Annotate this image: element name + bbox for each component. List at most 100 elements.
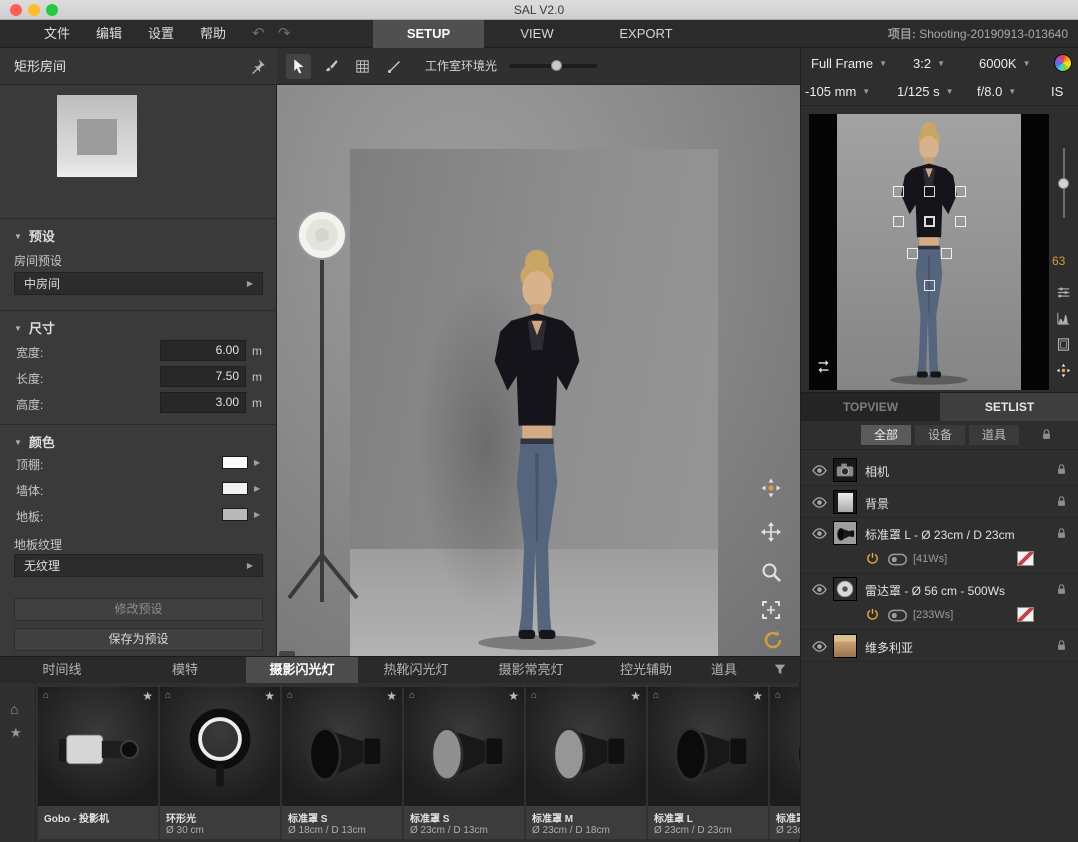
home-icon[interactable]: ⌂: [10, 701, 18, 717]
color-wheel-icon[interactable]: [1054, 54, 1072, 72]
setlist-row-reflector-l[interactable]: 标准罩 L - Ø 23cm / D 23cm [41Ws]: [801, 518, 1078, 574]
menu-help[interactable]: 帮助: [200, 20, 226, 48]
setlist-row-radar-dish[interactable]: 雷达罩 - Ø 56 cm - 500Ws [233Ws]: [801, 574, 1078, 630]
warning-stripe-icon[interactable]: [1017, 607, 1034, 622]
select-tool-icon[interactable]: [286, 54, 311, 79]
shutter-dropdown[interactable]: 1/125 s▼: [897, 76, 954, 106]
pin-icon[interactable]: [249, 57, 267, 75]
warning-stripe-icon[interactable]: [1017, 551, 1034, 566]
star-icon[interactable]: ★: [386, 689, 397, 703]
menu-settings[interactable]: 设置: [148, 20, 174, 48]
room-preset-dropdown[interactable]: 中房间▶: [14, 272, 263, 295]
power-icon[interactable]: [865, 607, 880, 622]
lock-icon[interactable]: [1054, 462, 1069, 477]
room-preview-thumbnail: [57, 95, 137, 177]
studio-light[interactable]: [277, 190, 417, 610]
tab-models[interactable]: 模特: [124, 657, 246, 683]
lock-icon[interactable]: [1054, 638, 1069, 653]
floor-texture-dropdown[interactable]: 无纹理▶: [14, 554, 263, 577]
menu-file[interactable]: 文件: [44, 20, 70, 48]
ceiling-color-swatch[interactable]: [222, 456, 248, 469]
tab-speedlights[interactable]: 热靴闪光灯: [358, 657, 474, 683]
ambient-light-slider[interactable]: [509, 64, 597, 68]
preview-zoom-handle[interactable]: [1058, 178, 1069, 189]
rotate-icon[interactable]: [761, 628, 785, 652]
frame-icon[interactable]: [1055, 336, 1072, 353]
tab-timeline[interactable]: 时间线: [0, 657, 124, 683]
filter-props-button[interactable]: 道具: [969, 425, 1019, 445]
gizmo-icon[interactable]: [1055, 362, 1072, 379]
brush-tool-icon[interactable]: [318, 54, 343, 79]
tab-continuous-lights[interactable]: 摄影常亮灯: [474, 657, 588, 683]
filter-funnel-icon[interactable]: [772, 662, 788, 678]
section-presets[interactable]: ▼预设: [14, 226, 55, 245]
lock-icon[interactable]: [1054, 582, 1069, 597]
library-card-reflector-m[interactable]: ⌂ ★ 标准罩 M Ø 23cm / D 18cm: [526, 687, 646, 839]
filter-all-button[interactable]: 全部: [861, 425, 911, 445]
setlist-row-background[interactable]: 背景: [801, 486, 1078, 518]
ratio-dropdown[interactable]: 3:2▼: [913, 48, 945, 78]
eye-icon[interactable]: [811, 462, 828, 479]
star-icon[interactable]: ★: [630, 689, 641, 703]
zoom-icon[interactable]: [759, 560, 783, 584]
lock-all-icon[interactable]: [1039, 427, 1054, 442]
tab-props[interactable]: 道具: [704, 657, 744, 683]
eye-icon[interactable]: [811, 638, 828, 655]
grid-tool-icon[interactable]: [350, 54, 375, 79]
library-card-reflector-l[interactable]: ⌂ ★ 标准罩 L Ø 23cm / D 23cm: [648, 687, 768, 839]
filter-devices-button[interactable]: 设备: [915, 425, 965, 445]
swap-view-icon[interactable]: [815, 358, 832, 375]
length-input[interactable]: 7.50: [160, 366, 246, 387]
star-icon[interactable]: ★: [752, 689, 763, 703]
power-icon[interactable]: [865, 551, 880, 566]
lock-icon[interactable]: [1054, 526, 1069, 541]
slider-handle[interactable]: [551, 60, 562, 71]
sensor-dropdown[interactable]: Full Frame▼: [811, 48, 887, 78]
height-input[interactable]: 3.00: [160, 392, 246, 413]
orbit-gizmo-icon[interactable]: [759, 476, 783, 500]
setlist-row-camera[interactable]: 相机: [801, 454, 1078, 486]
white-balance-dropdown[interactable]: 6000K▼: [979, 48, 1031, 78]
menu-edit[interactable]: 编辑: [96, 20, 122, 48]
levels-icon[interactable]: [1055, 284, 1072, 301]
star-icon[interactable]: ★: [264, 689, 275, 703]
tab-export[interactable]: EXPORT: [590, 20, 702, 48]
library-card-ringlight[interactable]: ⌂ ★ 环形光 Ø 30 cm: [160, 687, 280, 839]
pan-icon[interactable]: [759, 520, 783, 544]
eye-icon[interactable]: [811, 581, 828, 598]
star-icon[interactable]: ★: [142, 689, 153, 703]
scene-3d[interactable]: «: [277, 85, 800, 656]
lock-icon[interactable]: [1054, 494, 1069, 509]
focal-length-dropdown[interactable]: -105 mm▼: [805, 76, 870, 106]
focus-frame-icon[interactable]: [759, 598, 783, 622]
redo-icon[interactable]: ↷: [278, 20, 291, 48]
tab-topview[interactable]: TOPVIEW: [801, 393, 940, 421]
library-card-gobo[interactable]: ⌂ ★ Gobo - 投影机: [38, 687, 158, 839]
model-figure[interactable]: [445, 247, 629, 652]
library-card-reflector-s23[interactable]: ⌂ ★ 标准罩 S Ø 23cm / D 13cm: [404, 687, 524, 839]
tab-setlist[interactable]: SETLIST: [940, 393, 1078, 421]
library-card-reflector-s18[interactable]: ⌂ ★ 标准罩 S Ø 18cm / D 13cm: [282, 687, 402, 839]
save-preset-button[interactable]: 保存为预设: [14, 628, 263, 651]
modify-preset-button[interactable]: 修改预设: [14, 598, 263, 621]
eye-icon[interactable]: [811, 525, 828, 542]
tab-setup[interactable]: SETUP: [373, 20, 484, 48]
setlist-row-model[interactable]: 维多利亚: [801, 630, 1078, 662]
floor-color-swatch[interactable]: [222, 508, 248, 521]
aperture-dropdown[interactable]: f/8.0▼: [977, 76, 1016, 106]
section-size[interactable]: ▼尺寸: [14, 318, 55, 337]
tab-view[interactable]: VIEW: [484, 20, 590, 48]
tab-light-modifiers[interactable]: 控光辅助: [588, 657, 704, 683]
section-color[interactable]: ▼颜色: [14, 432, 55, 451]
eye-icon[interactable]: [811, 494, 828, 511]
star-icon[interactable]: ★: [10, 725, 22, 741]
histogram-icon[interactable]: [1055, 310, 1072, 327]
iso-dropdown[interactable]: IS: [1051, 76, 1063, 106]
wall-color-swatch[interactable]: [222, 482, 248, 495]
tab-studio-strobes[interactable]: 摄影闪光灯: [246, 657, 358, 683]
star-icon[interactable]: ★: [508, 689, 519, 703]
line-tool-icon[interactable]: [382, 54, 407, 79]
undo-icon[interactable]: ↶: [252, 20, 265, 48]
library-card-reflector-partial[interactable]: ⌂ 标准罩 Ø 23cm: [770, 687, 800, 839]
width-input[interactable]: 6.00: [160, 340, 246, 361]
